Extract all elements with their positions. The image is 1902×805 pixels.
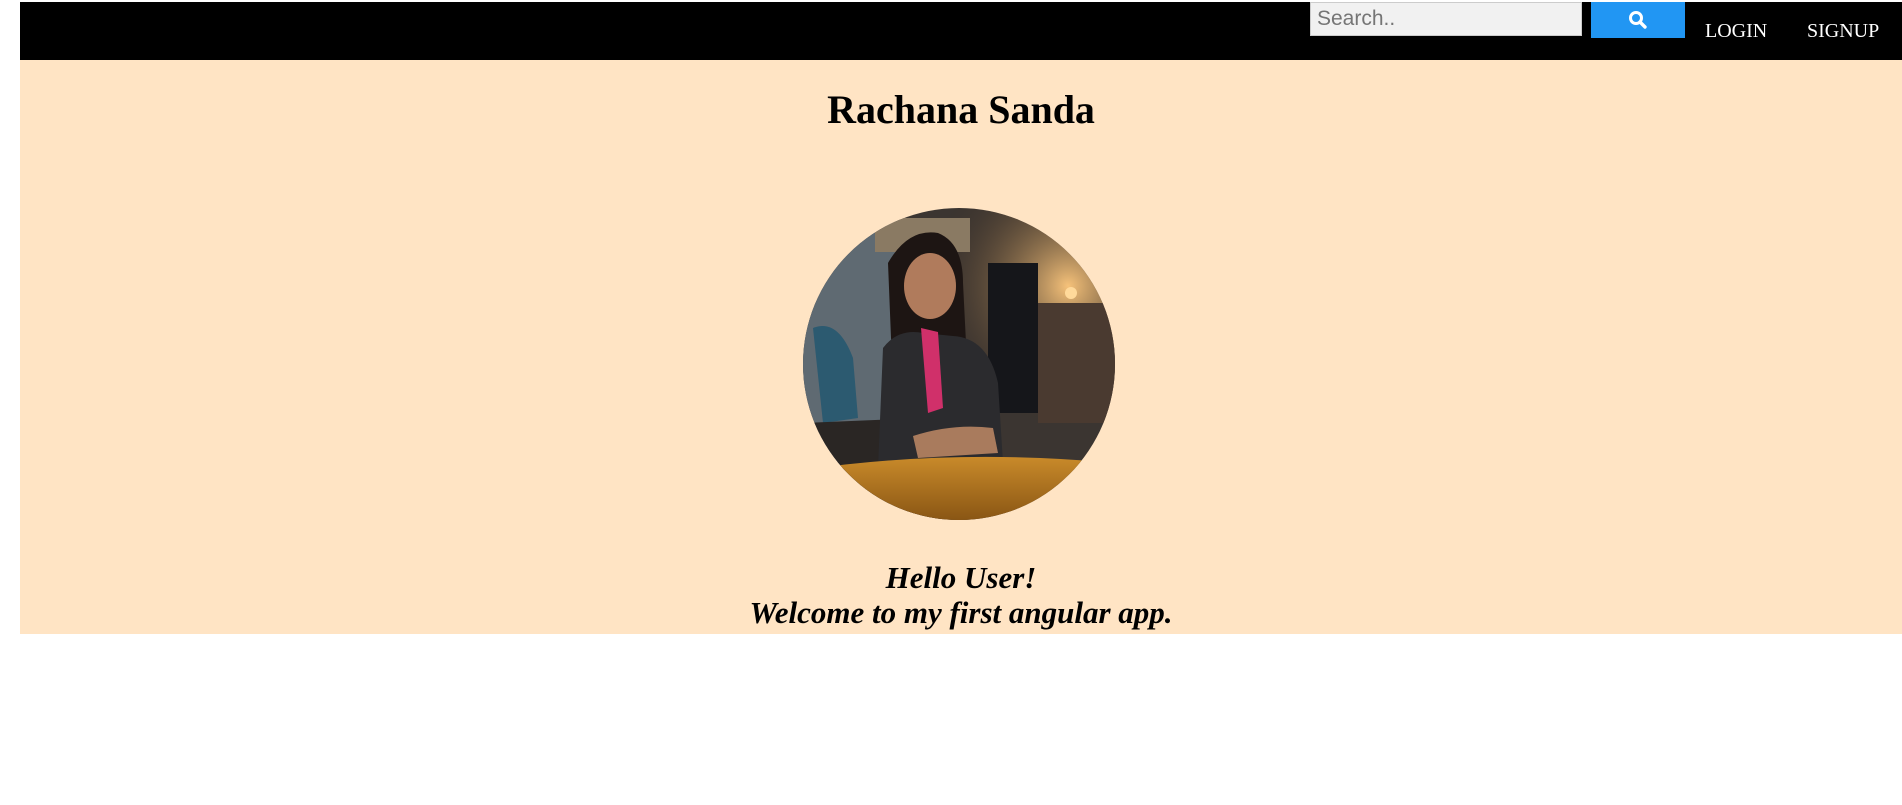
signup-link[interactable]: SIGNUP — [1807, 20, 1879, 43]
search-button[interactable] — [1591, 2, 1685, 38]
hero-banner: Rachana Sanda Hello User! Welcome to my … — [20, 60, 1902, 634]
avatar — [803, 208, 1115, 520]
app-root: LOGIN SIGNUP Rachana Sanda — [20, 2, 1902, 634]
profile-photo — [803, 208, 1115, 520]
login-link[interactable]: LOGIN — [1705, 20, 1767, 43]
search-input[interactable] — [1310, 2, 1582, 36]
welcome-message: Hello User! Welcome to my first angular … — [20, 560, 1902, 630]
top-navbar: LOGIN SIGNUP — [20, 2, 1902, 60]
page-title: Rachana Sanda — [827, 87, 1095, 132]
greeting-line-1: Hello User! — [885, 560, 1037, 595]
greeting-line-2: Welcome to my first angular app. — [749, 595, 1173, 630]
search-icon — [1629, 11, 1647, 29]
